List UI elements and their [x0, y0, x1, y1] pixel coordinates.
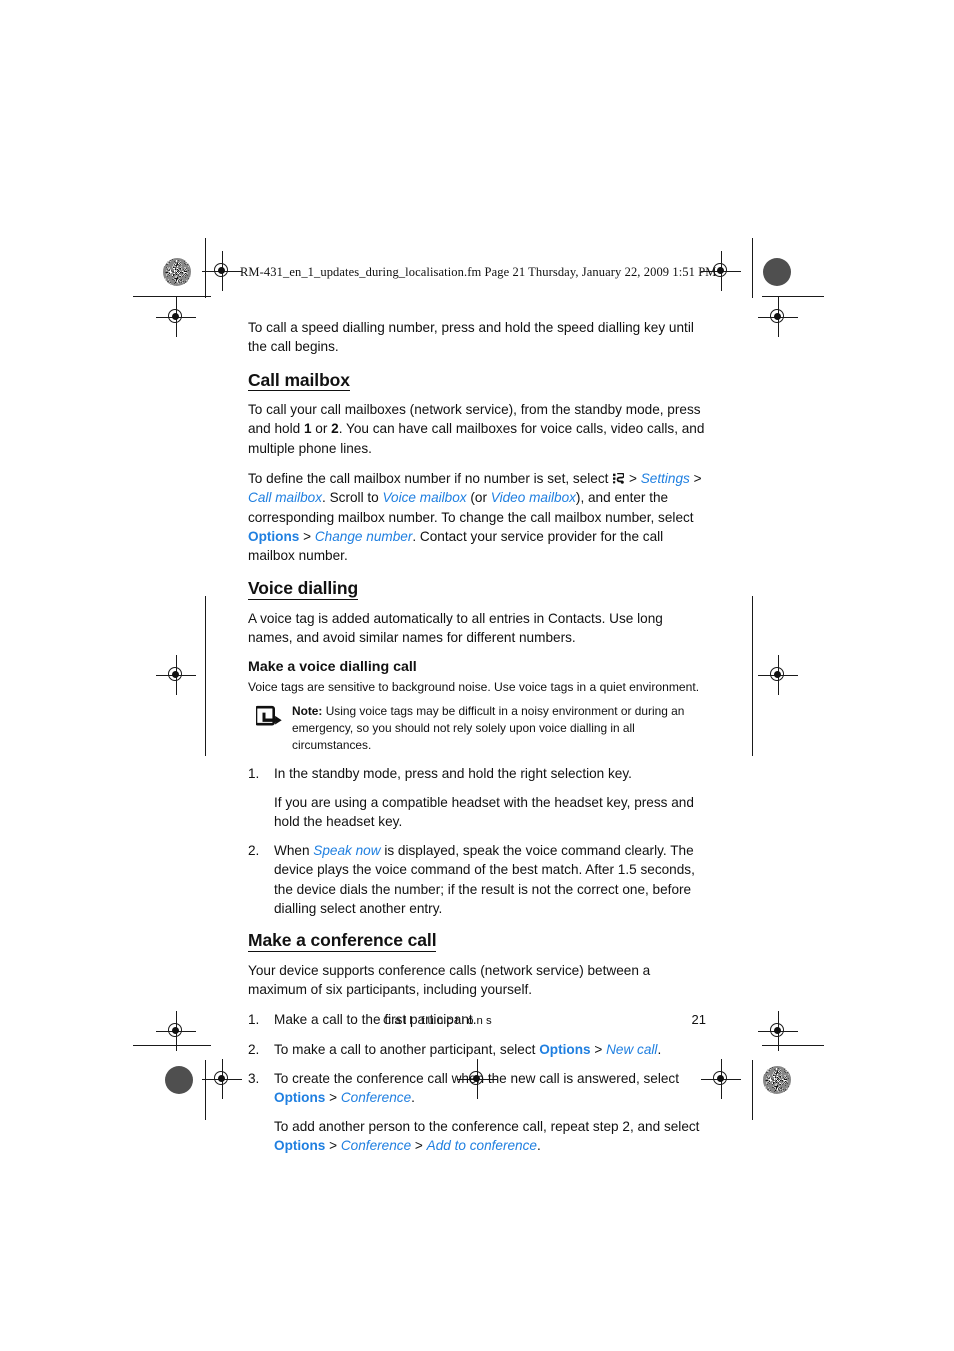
- intro-paragraph: To call a speed dialling number, press a…: [248, 320, 694, 355]
- note-body-text: Using voice tags may be difficult in a n…: [292, 704, 685, 753]
- cont-link-conference: Conference: [340, 1137, 412, 1153]
- step-text-b: .: [657, 1041, 662, 1057]
- page-content: To call a speed dialling number, press a…: [248, 318, 706, 1165]
- note-arrow-icon: [254, 705, 283, 728]
- section-call-mailbox: Call mailbox: [248, 368, 706, 401]
- section-voice-dialling: Voice dialling: [248, 576, 706, 609]
- cm-sep-3: >: [299, 528, 315, 544]
- menu-key-icon: [613, 470, 625, 484]
- call-mailbox-paragraph-1: To call your call mailboxes (network ser…: [248, 400, 706, 458]
- footer-chapter-name: Call functions: [383, 1015, 495, 1027]
- list-item: 2. When Speak now is displayed, speak the…: [248, 841, 706, 918]
- cm-key-2: 2: [331, 421, 339, 437]
- heading-voice-dialling: Voice dialling: [248, 578, 359, 600]
- list-item: 2. To make a call to another participant,…: [248, 1040, 706, 1059]
- cont-options-label: Options: [274, 1137, 326, 1153]
- footer-page-number: 21: [691, 1012, 706, 1027]
- trim-rule-bottom-right-horizontal: [762, 1045, 824, 1046]
- cont-link-add-to-conference: Add to conference: [426, 1137, 537, 1153]
- step-text-a: To create the conference call when the n…: [274, 1070, 680, 1086]
- step-continuation: To add another person to the conference …: [274, 1117, 706, 1156]
- voice-tags-note-text: Voice tags are sensitive to background n…: [248, 679, 700, 694]
- cont-separator-2: >: [411, 1137, 427, 1153]
- registration-mark-mid-left: [156, 655, 196, 695]
- registration-mark-mid-right: [758, 655, 798, 695]
- cm-p1-mid: or: [311, 421, 332, 437]
- list-item: 3. To create the conference call when the…: [248, 1069, 706, 1155]
- step-options-label: Options: [539, 1041, 591, 1057]
- cm-link-settings: Settings: [640, 470, 690, 486]
- voice-dialling-steps: 1. In the standby mode, press and hold th…: [248, 764, 706, 918]
- note-box: Note: Using voice tags may be difficult …: [254, 703, 706, 754]
- cm-p2-text-c: (or: [466, 490, 491, 506]
- cm-link-video-mailbox: Video mailbox: [490, 490, 576, 506]
- step-number: 3.: [248, 1070, 260, 1086]
- step-separator: >: [590, 1041, 607, 1057]
- halftone-target-bottom-right: [763, 1066, 791, 1094]
- cm-link-call-mailbox: Call mailbox: [248, 490, 323, 506]
- file-info-header: RM-431_en_1_updates_during_localisation.…: [240, 265, 717, 279]
- step-text: In the standby mode, press and hold the …: [274, 766, 632, 782]
- cm-link-voice-mailbox: Voice mailbox: [382, 490, 467, 506]
- step-link-speak-now: Speak now: [313, 843, 381, 859]
- cm-options-label: Options: [248, 528, 300, 544]
- heading-make-conference-call: Make a conference call: [248, 930, 437, 952]
- registration-mark-bottom-left-inner: [202, 1059, 242, 1099]
- registration-mark-top-left-inner: [202, 251, 242, 291]
- trim-rule-left-vertical-top: [205, 238, 206, 298]
- step-link-new-call: New call: [606, 1041, 658, 1057]
- cm-sep-1: >: [625, 470, 641, 486]
- trim-rule-top-right-horizontal: [762, 296, 824, 297]
- step-number: 1.: [248, 766, 260, 782]
- registration-mark-lower-right: [758, 1011, 798, 1051]
- voice-dialling-paragraph: A voice tag is added automatically to al…: [248, 610, 663, 646]
- step-text-a: When: [274, 843, 314, 859]
- registration-mark-lower-left: [156, 1011, 196, 1051]
- trim-rule-left-vertical-bottom: [205, 1060, 206, 1120]
- section-conference-call: Make a conference call: [248, 928, 706, 961]
- cm-link-change-number: Change number: [314, 528, 413, 544]
- page-footer: Call functions 21: [248, 1012, 706, 1027]
- cm-p2-text-b: . Scroll to: [322, 490, 383, 506]
- heading-call-mailbox: Call mailbox: [248, 369, 350, 392]
- trim-rule-bottom-left-horizontal: [133, 1045, 211, 1046]
- step-text-a: To make a call to another participant, s…: [274, 1041, 540, 1057]
- step-options-label: Options: [274, 1090, 326, 1106]
- cm-key-1: 1: [303, 421, 312, 437]
- cont-text-b: .: [536, 1137, 541, 1153]
- step-separator: >: [325, 1090, 341, 1106]
- trim-rule-right-vertical-top: [752, 238, 753, 298]
- step-text-b: .: [411, 1090, 415, 1106]
- conference-paragraph: Your device supports conference calls (n…: [248, 962, 651, 998]
- step-continuation: If you are using a compatible headset wi…: [274, 794, 694, 829]
- step-number: 2.: [248, 1041, 260, 1057]
- call-mailbox-paragraph-2: To define the call mailbox number if no …: [248, 469, 706, 565]
- conference-steps: 1. Make a call to the first participant. …: [248, 1010, 706, 1155]
- trim-rule-top-left-horizontal: [133, 296, 211, 297]
- list-item: 1. In the standby mode, press and hold th…: [248, 764, 706, 831]
- trim-rule-left-vertical-mid: [205, 596, 206, 756]
- subheading-make-voice-dialling-call: Make a voice dialling call: [248, 658, 417, 675]
- step-number: 2.: [248, 843, 260, 859]
- cm-sep-2: >: [689, 470, 702, 486]
- halftone-target-bottom-left: [165, 1066, 193, 1094]
- cont-separator-1: >: [325, 1137, 341, 1153]
- note-text: Note: Using voice tags may be difficult …: [292, 703, 706, 754]
- registration-mark-upper-right: [758, 297, 798, 337]
- registration-mark-upper-left: [156, 297, 196, 337]
- halftone-target-top-left: [163, 258, 191, 286]
- halftone-target-top-right: [763, 258, 791, 286]
- trim-rule-right-vertical-mid: [752, 596, 753, 756]
- trim-rule-right-vertical-bottom: [752, 1060, 753, 1120]
- cont-text-a: To add another person to the conference …: [274, 1118, 700, 1134]
- step-link-conference: Conference: [340, 1090, 412, 1106]
- registration-mark-bottom-right-inner: [701, 1059, 741, 1099]
- note-label: Note:: [292, 704, 323, 719]
- cm-p2-text-a: To define the call mailbox number if no …: [248, 470, 613, 486]
